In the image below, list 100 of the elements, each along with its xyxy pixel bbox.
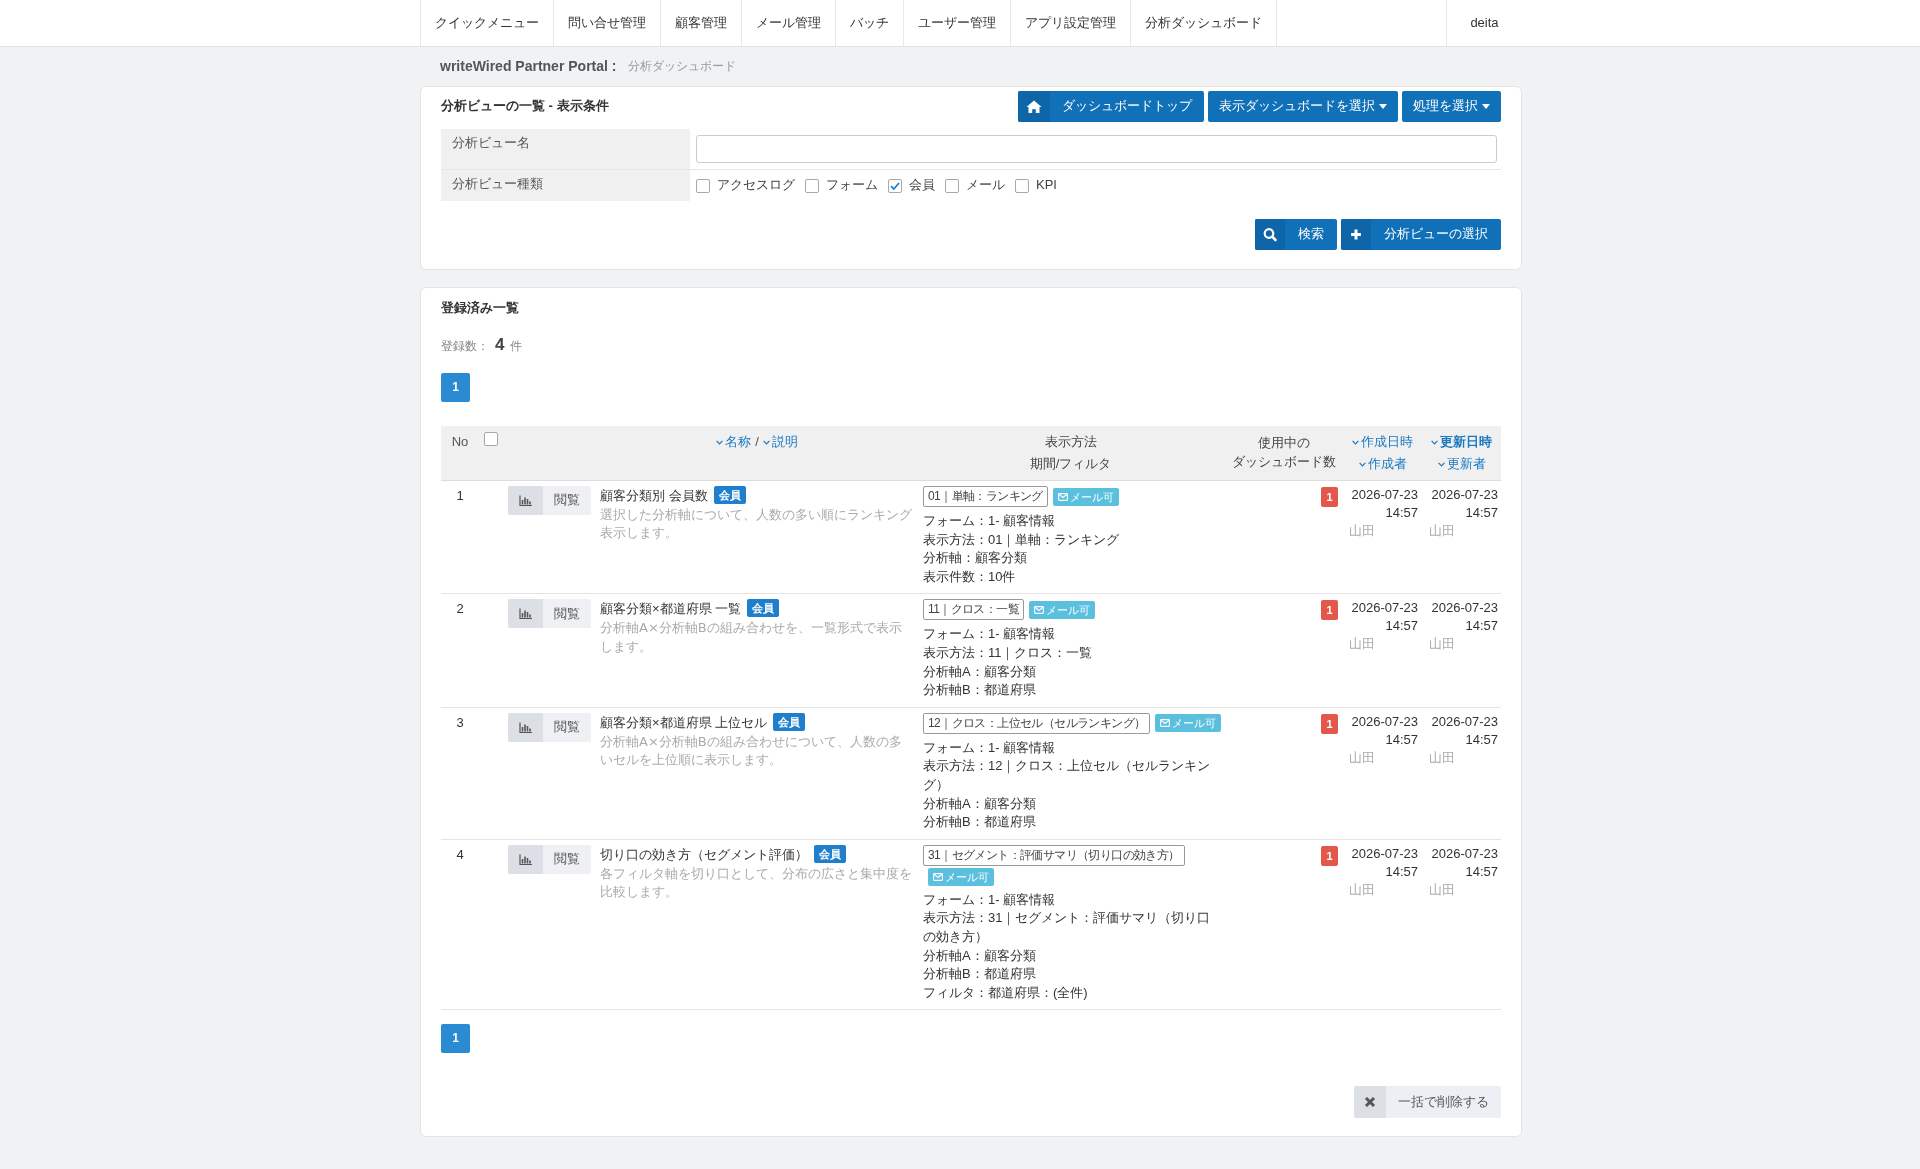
detail-line: フォーム：1- 顧客情報	[923, 513, 1056, 528]
detail-line: 分析軸A：顧客分類	[923, 663, 1036, 679]
detail-line: フォーム：1- 顧客情報	[923, 626, 1056, 642]
view-button[interactable]: 閲覧	[508, 712, 591, 742]
sort-separator: /	[755, 433, 759, 451]
delete-button[interactable]: 一括で削除する	[1354, 1086, 1501, 1119]
method-tag: 01｜単軸：ランキング	[923, 486, 1048, 507]
method-tag: 12｜クロス：上位セル（セルランキング）	[923, 712, 1151, 734]
view-name: 顧客分類別 会員数	[600, 488, 708, 503]
panel-title: 登録済み一覧	[441, 299, 520, 317]
page-button[interactable]: 1	[441, 1024, 470, 1054]
field-label: 分析ビュー名	[452, 135, 530, 150]
column-header: 期間/フィルタ	[1029, 455, 1112, 473]
page-button[interactable]: 1	[441, 373, 470, 402]
detail-line: 表示件数：10件	[923, 568, 1016, 584]
date-text: 2026-07-23	[1351, 600, 1418, 616]
chevron-down-icon	[762, 439, 770, 445]
add-button[interactable]: 分析ビューの選択	[1341, 219, 1501, 250]
column-header: ダッシュボード数	[1231, 453, 1336, 471]
chevron-down-icon	[1358, 461, 1366, 467]
view-name: 切り口の効き方（セグメント評価）	[600, 846, 808, 862]
date-text: 2026-07-23	[1351, 487, 1418, 502]
sort-link[interactable]: 名称	[716, 431, 752, 453]
checkbox-label: メール	[966, 176, 1005, 195]
user-name: 山田	[1429, 636, 1455, 652]
nav-menu-item[interactable]: クイックメニュー	[420, 0, 554, 46]
view-button[interactable]: 閲覧	[508, 486, 591, 515]
view-name: 顧客分類×都道府県 上位セル	[600, 714, 768, 730]
chevron-down-icon	[716, 439, 724, 445]
checkbox[interactable]	[696, 178, 710, 193]
dropdown-button[interactable]: 処理を選択	[1402, 91, 1501, 122]
search-button[interactable]: 検索	[1255, 219, 1337, 250]
envelope-icon	[1160, 719, 1171, 728]
sort-link[interactable]: 説明	[762, 431, 798, 453]
caret-icon	[1482, 104, 1490, 109]
detail-line: フィルタ：都道府県：(全件)	[923, 984, 1088, 1000]
checkbox-label: 会員	[909, 176, 935, 195]
user-name: 山田	[1349, 881, 1375, 897]
checkbox-label: アクセスログ	[717, 176, 795, 195]
nav-menu-item[interactable]: バッチ	[836, 0, 904, 46]
detail-line: 分析軸A：顧客分類	[923, 795, 1036, 811]
nav-menu-item[interactable]: アプリ設定管理	[1011, 0, 1131, 46]
nav-menu-item[interactable]: 問い合せ管理	[554, 0, 661, 46]
method-tag: 11｜クロス：一覧	[923, 599, 1025, 621]
date-text: 2026-07-23	[1351, 713, 1418, 729]
site-title: writeWired Partner Portal :	[440, 56, 617, 76]
time-text: 14:57	[1465, 505, 1498, 520]
time-text: 14:57	[1385, 863, 1418, 879]
checkbox-label: フォーム	[826, 176, 878, 195]
type-badge: 会員	[773, 712, 806, 731]
detail-line: フォーム：1- 顧客情報	[923, 891, 1056, 907]
time-text: 14:57	[1385, 505, 1418, 520]
text-input[interactable]	[696, 135, 1497, 163]
chevron-down-icon	[1431, 439, 1438, 445]
checkbox[interactable]	[888, 178, 902, 193]
mail-tag-label: メール可	[1172, 716, 1217, 732]
user-name: 山田	[1349, 636, 1375, 652]
date-text: 2026-07-23	[1431, 845, 1498, 861]
view-button[interactable]: 閲覧	[508, 599, 591, 629]
time-text: 14:57	[1385, 618, 1418, 634]
detail-line: 分析軸B：都道府県	[923, 682, 1036, 698]
home-icon	[1018, 91, 1050, 122]
sort-link[interactable]: 作成日時	[1352, 431, 1413, 453]
select-all-checkbox[interactable]	[484, 432, 498, 446]
view-description: 分析軸A×分析軸Bの組み合わせについて、人数の多いセルを上位順に表示します。	[600, 732, 903, 770]
column-header: 使用中の	[1257, 434, 1310, 452]
checkbox[interactable]	[805, 178, 819, 193]
x-icon	[1354, 1086, 1386, 1119]
user-menu-link[interactable]: deita	[1446, 0, 1522, 46]
mail-tag-label: メール可	[1046, 602, 1091, 618]
dropdown-button[interactable]: 表示ダッシュボードを選択	[1208, 91, 1398, 122]
date-text: 2026-07-23	[1351, 845, 1418, 861]
chevron-down-icon	[1437, 461, 1445, 467]
view-description: 各フィルタ軸を切り口として、分布の広さと集中度を比較します。	[600, 864, 913, 902]
home-button[interactable]: ダッシュボードトップ	[1018, 91, 1204, 122]
envelope-icon	[933, 872, 943, 881]
sort-link[interactable]: 作成者	[1358, 453, 1407, 475]
column-header: 表示方法	[1044, 433, 1097, 451]
field-label: 分析ビュー種類	[452, 176, 543, 191]
envelope-icon	[1034, 605, 1045, 614]
date-text: 2026-07-23	[1431, 487, 1498, 502]
date-text: 2026-07-23	[1431, 600, 1498, 616]
nav-menu-item[interactable]: メール管理	[742, 0, 836, 46]
detail-line: 表示方法：01｜単軸：ランキング	[923, 531, 1120, 547]
user-name: 山田	[1429, 523, 1455, 538]
checkbox[interactable]	[945, 178, 959, 193]
view-button[interactable]: 閲覧	[508, 844, 591, 874]
sort-link[interactable]: 更新日時	[1431, 431, 1492, 453]
mail-tag-label: メール可	[945, 869, 989, 885]
nav-menu-item[interactable]: 分析ダッシュボード	[1131, 0, 1277, 46]
sort-link[interactable]: 更新者	[1437, 453, 1486, 475]
bar-chart-icon	[508, 844, 543, 874]
detail-line: フォーム：1- 顧客情報	[923, 739, 1056, 755]
bar-chart-icon	[508, 599, 543, 629]
bar-chart-icon	[508, 486, 543, 515]
checkbox[interactable]	[1015, 178, 1029, 193]
checkbox-label: KPI	[1036, 176, 1057, 195]
user-name: 山田	[1429, 749, 1455, 765]
nav-menu-item[interactable]: ユーザー管理	[904, 0, 1011, 46]
nav-menu-item[interactable]: 顧客管理	[661, 0, 742, 46]
